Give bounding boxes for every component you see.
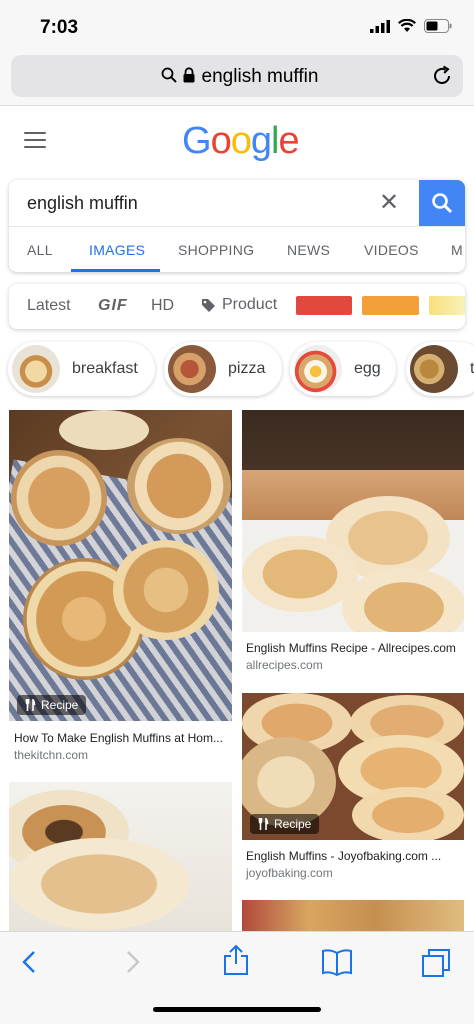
badge-label: Recipe: [274, 817, 312, 831]
forward-icon[interactable]: [124, 948, 142, 976]
chip-label: pizza: [228, 360, 266, 377]
muffin-decor: [352, 787, 464, 840]
chip-label: breakfast: [72, 360, 138, 377]
cellular-signal-icon: [370, 19, 390, 33]
muffin-decor: [9, 838, 189, 930]
badge-label: Recipe: [41, 698, 79, 712]
filter-latest[interactable]: Latest: [27, 297, 71, 315]
url-text: english muffin: [11, 66, 463, 88]
search-button[interactable]: [419, 180, 465, 226]
color-swatch-yellow[interactable]: [429, 296, 465, 315]
result-image-1[interactable]: Recipe: [9, 410, 232, 721]
filter-product-label: Product: [222, 296, 278, 313]
browser-address-area: english muffin: [0, 50, 474, 106]
chip-thumbnail: [294, 345, 342, 393]
logo-letter: G: [182, 120, 212, 162]
chip-egg[interactable]: egg: [290, 342, 396, 396]
muffin-decor: [127, 438, 231, 534]
result-image-4[interactable]: [9, 782, 232, 932]
address-bar[interactable]: english muffin: [11, 55, 463, 97]
result-source-1: thekitchn.com: [14, 748, 89, 762]
chip-thumbnail: [410, 345, 458, 393]
url-query-text: english muffin: [201, 66, 319, 87]
filter-bar: Latest GIF HD Product: [9, 284, 465, 329]
chip-thumbnail: [12, 345, 60, 393]
color-swatch-orange[interactable]: [362, 296, 419, 315]
logo-letter: g: [250, 120, 272, 162]
tab-shopping[interactable]: SHOPPING: [178, 242, 254, 258]
status-time: 7:03: [40, 17, 79, 38]
muffin-decor: [242, 536, 358, 612]
chip-more[interactable]: t: [406, 342, 474, 396]
muffin-decor: [59, 410, 149, 450]
tag-icon: [202, 298, 215, 312]
status-icons: [370, 19, 452, 33]
search-icon: [432, 193, 453, 214]
battery-icon: [424, 19, 452, 33]
back-icon[interactable]: [20, 948, 38, 976]
bookmarks-icon[interactable]: [321, 948, 353, 976]
result-title-3[interactable]: English Muffins - Joyofbaking.com ...: [246, 849, 464, 863]
clear-search-icon[interactable]: ✕: [379, 188, 399, 217]
result-source-2: allrecipes.com: [246, 658, 323, 672]
wifi-icon: [398, 19, 416, 32]
result-title-2[interactable]: English Muffins Recipe - Allrecipes.com: [246, 641, 464, 655]
home-indicator: [153, 1007, 321, 1012]
chip-pizza[interactable]: pizza: [164, 342, 282, 396]
result-image-5[interactable]: [242, 900, 464, 932]
logo-letter: o: [230, 120, 252, 162]
search-tabs: ALL IMAGES SHOPPING NEWS VIDEOS M: [9, 226, 465, 272]
logo-letter: e: [278, 120, 299, 162]
color-swatch-red[interactable]: [296, 296, 352, 315]
active-tab-indicator: [71, 269, 160, 272]
fork-knife-icon: [258, 818, 269, 830]
search-card: english muffin ✕ ALL IMAGES SHOPPING NEW…: [9, 180, 465, 272]
tab-videos[interactable]: VIDEOS: [364, 242, 419, 258]
google-logo[interactable]: Google: [182, 120, 300, 163]
muffin-decor: [11, 450, 107, 546]
muffin-decor: [113, 540, 219, 640]
hamburger-menu-icon[interactable]: [24, 132, 46, 150]
reload-icon[interactable]: [431, 65, 453, 87]
chip-thumbnail: [168, 345, 216, 393]
tab-news[interactable]: NEWS: [287, 242, 330, 258]
chip-label: t: [470, 360, 474, 377]
chip-label: egg: [354, 360, 381, 377]
recipe-badge: Recipe: [17, 695, 87, 715]
logo-letter: o: [210, 120, 232, 162]
filter-hd[interactable]: HD: [151, 297, 174, 315]
result-source-3: joyofbaking.com: [246, 866, 333, 880]
chip-breakfast[interactable]: breakfast: [8, 342, 155, 396]
result-image-3[interactable]: Recipe: [242, 693, 464, 840]
recipe-badge: Recipe: [250, 814, 320, 834]
tab-images[interactable]: IMAGES: [89, 242, 145, 258]
filter-product[interactable]: Product: [201, 296, 277, 314]
fork-knife-icon: [25, 699, 36, 711]
tab-all[interactable]: ALL: [27, 242, 53, 258]
share-icon[interactable]: [223, 944, 249, 976]
result-image-2[interactable]: [242, 410, 464, 632]
tabs-icon[interactable]: [421, 948, 451, 978]
status-bar: 7:03: [0, 0, 474, 50]
result-title-1[interactable]: How To Make English Muffins at Hom...: [14, 731, 229, 745]
search-input[interactable]: english muffin: [27, 193, 138, 214]
filter-gif[interactable]: GIF: [98, 297, 128, 315]
tab-more[interactable]: M: [451, 242, 463, 258]
